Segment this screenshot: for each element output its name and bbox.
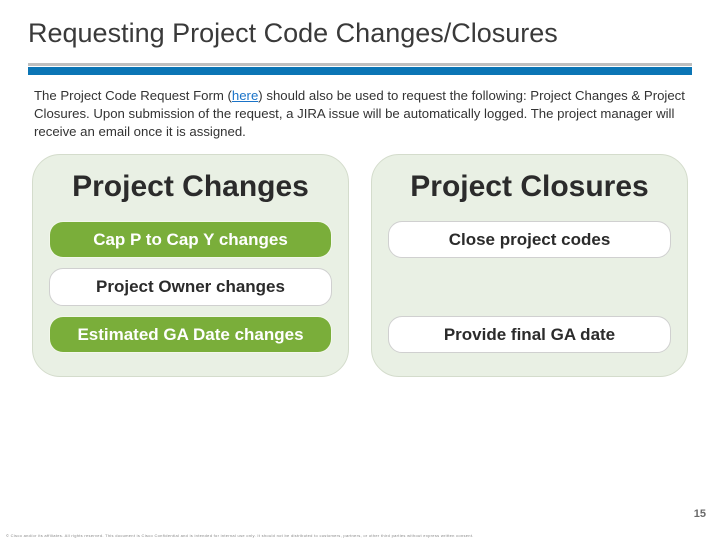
pill-cap-p-to-cap-y: Cap P to Cap Y changes [49,221,332,259]
intro-paragraph: The Project Code Request Form (here) sho… [34,87,686,140]
pill-provide-final-ga-date: Provide final GA date [388,316,671,354]
pill-project-owner-changes: Project Owner changes [49,268,332,306]
footer-text: © Cisco and/or its affiliates. All right… [0,533,720,538]
request-form-link[interactable]: here [232,88,258,103]
intro-text-pre: The Project Code Request Form ( [34,88,232,103]
page-number: 15 [694,508,706,520]
column-project-changes: Project Changes Cap P to Cap Y changes P… [32,154,349,377]
column-project-closures: Project Closures Close project codes Pro… [371,154,688,377]
column-heading-closures: Project Closures [384,171,675,203]
divider-blue [28,67,692,75]
spacer [384,263,675,311]
pill-close-project-codes: Close project codes [388,221,671,259]
divider-grey [28,63,692,66]
columns: Project Changes Cap P to Cap Y changes P… [28,154,692,377]
pill-estimated-ga-date-changes: Estimated GA Date changes [49,316,332,354]
column-heading-changes: Project Changes [45,171,336,203]
page-title: Requesting Project Code Changes/Closures [28,18,692,49]
slide: Requesting Project Code Changes/Closures… [0,0,720,540]
title-divider [28,59,692,73]
